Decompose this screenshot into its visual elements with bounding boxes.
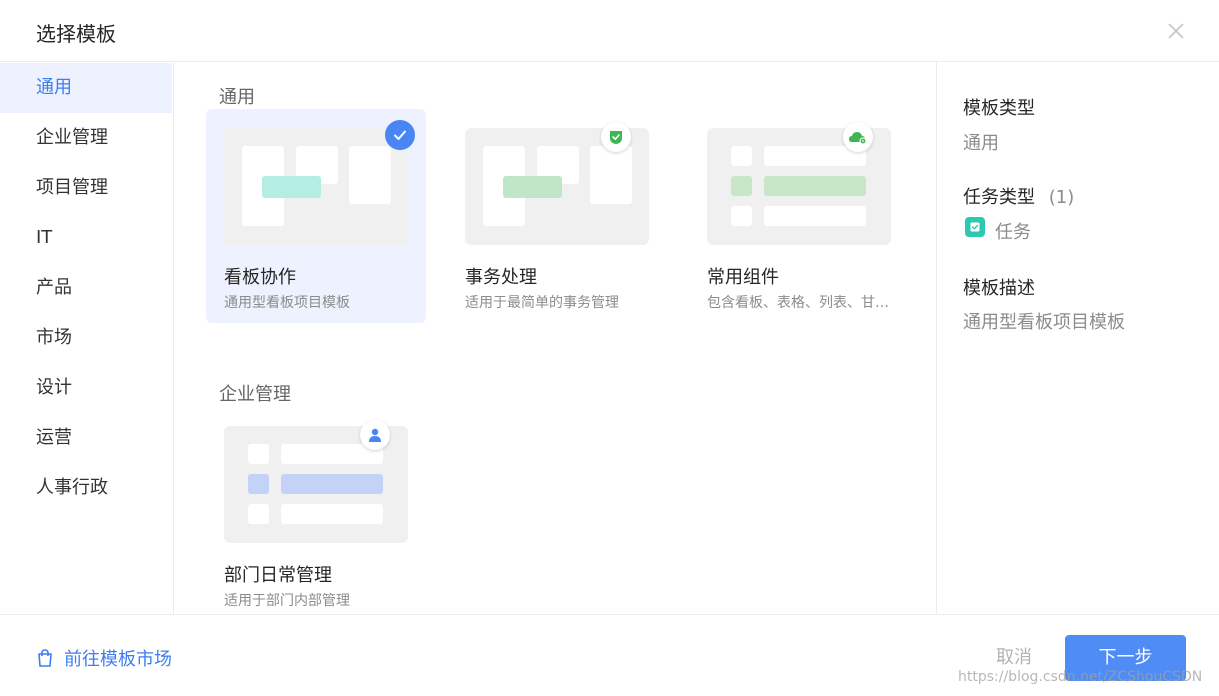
template-market-label: 前往模板市场	[64, 649, 172, 670]
selected-check-badge	[385, 120, 415, 150]
task-type-count: (1)	[1048, 187, 1075, 208]
template-desc: 通用型看板项目模板	[224, 295, 350, 311]
category-sidebar: 通用 企业管理 项目管理 IT 产品 市场 设计 运营 人事行政	[0, 62, 174, 614]
template-name: 部门日常管理	[224, 565, 332, 586]
template-desc: 适用于部门内部管理	[224, 593, 350, 609]
sidebar-item-it[interactable]: IT	[0, 213, 172, 263]
task-type-item: 任务	[995, 222, 1031, 243]
user-icon	[369, 428, 381, 442]
template-type-label: 模板类型	[963, 98, 1035, 119]
template-name: 看板协作	[224, 267, 296, 288]
section-title-general: 通用	[219, 87, 255, 108]
template-desc-label: 模板描述	[963, 278, 1035, 299]
task-type-label: 任务类型	[963, 187, 1035, 208]
sidebar-item-operation[interactable]: 运营	[0, 413, 172, 463]
close-icon	[1168, 23, 1184, 39]
template-type-badge	[360, 420, 390, 450]
template-market-link[interactable]: 前往模板市场	[36, 645, 172, 671]
template-list: 通用 看板协作 通用型看板项目模板 事务处理 适用于最简单的事务管理 常用组件 …	[174, 62, 936, 614]
section-title-enterprise: 企业管理	[219, 384, 291, 405]
sidebar-item-hr[interactable]: 人事行政	[0, 463, 172, 513]
sidebar-item-enterprise[interactable]: 企业管理	[0, 113, 172, 163]
template-name: 常用组件	[707, 267, 779, 288]
template-name: 事务处理	[465, 267, 537, 288]
cloud-gear-icon	[849, 132, 867, 145]
template-detail-panel: 模板类型 通用 任务类型 (1) 任务 模板描述 通用型看板项目模板	[936, 62, 1219, 614]
template-card-department[interactable]: 部门日常管理 适用于部门内部管理	[206, 407, 426, 614]
dialog-footer: 前往模板市场 取消 下一步 https://blog.csdn.net/ZCSh…	[0, 614, 1219, 696]
close-button[interactable]	[1164, 19, 1188, 43]
shield-check-icon	[610, 131, 622, 144]
check-icon	[394, 130, 406, 140]
watermark: https://blog.csdn.net/ZCShouCSDN	[958, 669, 1203, 685]
sidebar-item-market[interactable]: 市场	[0, 313, 172, 363]
task-type-heading: 任务类型 (1)	[963, 183, 1074, 209]
template-desc-value: 通用型看板项目模板	[963, 312, 1125, 333]
task-icon	[965, 217, 985, 237]
sidebar-item-general[interactable]: 通用	[0, 63, 172, 113]
template-type-badge	[601, 122, 631, 152]
template-thumbnail	[224, 128, 408, 245]
dialog-title: 选择模板	[36, 22, 116, 46]
template-card-affairs[interactable]: 事务处理 适用于最简单的事务管理	[447, 109, 667, 323]
template-type-value: 通用	[963, 133, 999, 154]
template-type-badge	[843, 122, 873, 152]
sidebar-item-design[interactable]: 设计	[0, 363, 172, 413]
sidebar-item-product[interactable]: 产品	[0, 263, 172, 313]
template-desc: 适用于最简单的事务管理	[465, 295, 619, 311]
dialog-header: 选择模板	[0, 0, 1219, 62]
sidebar-item-project[interactable]: 项目管理	[0, 163, 172, 213]
shopping-bag-icon	[38, 649, 52, 667]
template-card-components[interactable]: 常用组件 包含看板、表格、列表、甘特图等常用组件	[689, 109, 909, 323]
template-card-kanban[interactable]: 看板协作 通用型看板项目模板	[206, 109, 426, 323]
template-desc: 包含看板、表格、列表、甘特图等常用组件	[707, 295, 891, 311]
